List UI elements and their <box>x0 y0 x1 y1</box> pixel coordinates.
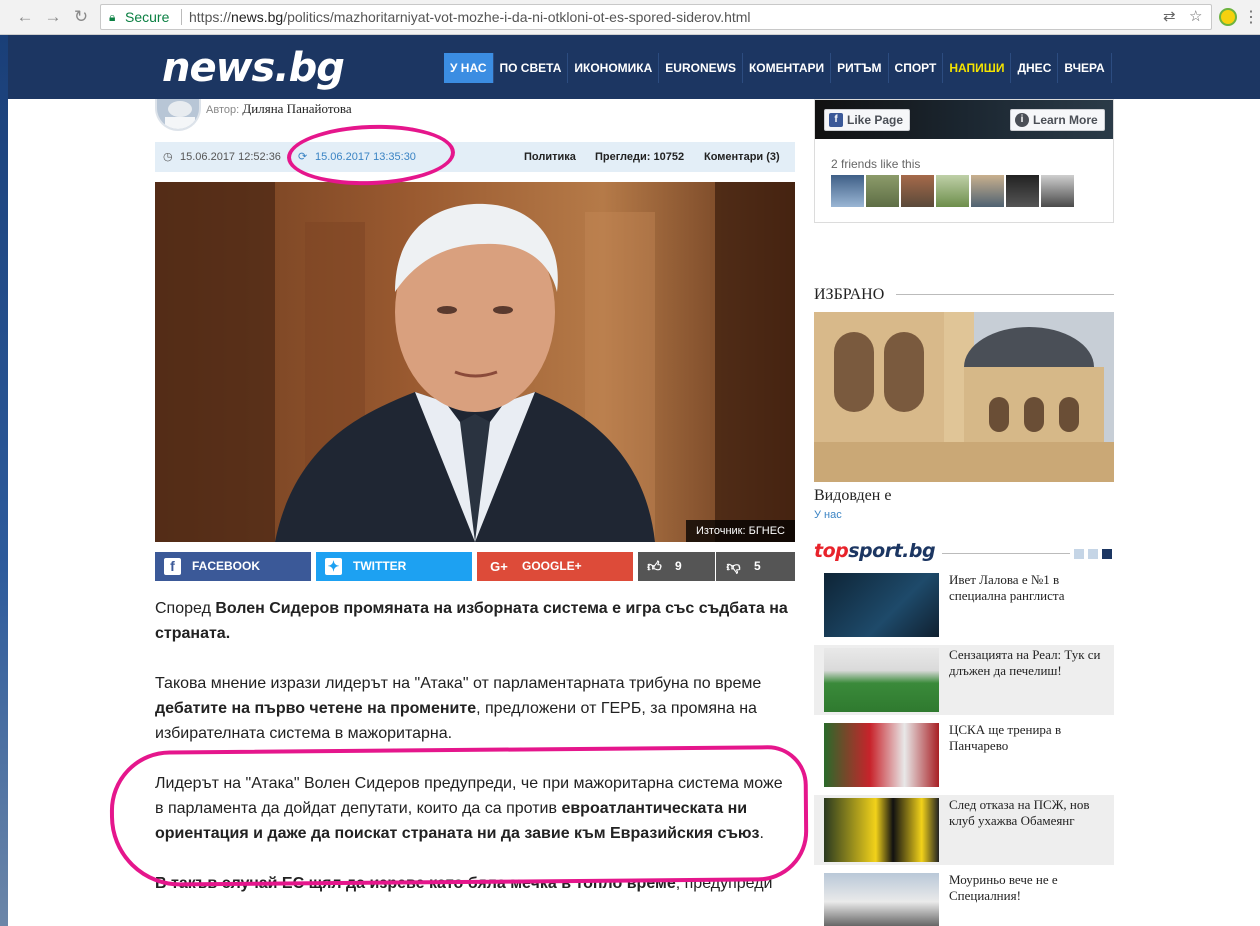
news-headline[interactable]: Ивет Лалова е №1 в специална ранглиста <box>949 572 1109 604</box>
twitter-icon: ✦ <box>325 558 342 575</box>
google-plus-share-button[interactable]: G+ GOOGLE+ <box>477 552 633 581</box>
nav-item-7[interactable]: СПОРТ <box>889 53 944 83</box>
facebook-icon: f <box>164 558 181 575</box>
highlight-circle-paragraph <box>109 744 809 888</box>
news-thumbnail <box>824 723 939 787</box>
news-thumbnail <box>824 648 939 712</box>
like-count: 9 <box>675 559 682 573</box>
author-line: Автор: Диляна Панайотова <box>206 101 352 117</box>
list-item[interactable]: След отказа на ПСЖ, нов клуб ухажва Обам… <box>814 795 1114 865</box>
extension-icon[interactable] <box>1219 8 1237 26</box>
nav-item-10[interactable]: ВЧЕРА <box>1058 53 1112 83</box>
forward-icon[interactable]: → <box>42 6 64 28</box>
carousel-dot[interactable] <box>1074 549 1084 559</box>
article-image: Източник: БГНЕС <box>155 182 795 542</box>
highlight-circle-date <box>286 122 456 188</box>
secure-label: Secure <box>125 9 170 25</box>
friend-avatar[interactable] <box>1041 175 1074 207</box>
browser-toolbar: ← → ↻ 🔒︎ Secure https://news.bg/politics… <box>0 0 1260 35</box>
google-plus-icon: G+ <box>490 559 508 574</box>
friend-avatar[interactable] <box>971 175 1004 207</box>
list-item[interactable]: Моуриньо вече не е Специалния! <box>814 870 1114 926</box>
news-headline[interactable]: Моуриньо вече не е Специалния! <box>949 872 1109 904</box>
friend-avatar[interactable] <box>866 175 899 207</box>
list-item[interactable]: Сензацията на Реал: Тук си длъжен да печ… <box>814 645 1114 715</box>
facebook-learn-more-button[interactable]: i Learn More <box>1010 109 1105 131</box>
star-icon[interactable]: ☆ <box>1189 6 1202 28</box>
izbrano-headline[interactable]: Видовден е <box>814 487 891 505</box>
carousel-dot-active[interactable] <box>1102 549 1112 559</box>
clock-icon: ◷ <box>163 151 173 163</box>
category-link[interactable]: Политика <box>524 142 576 172</box>
list-item[interactable]: Ивет Лалова е №1 в специална ранглиста <box>814 570 1114 640</box>
views-count: Прегледи: 10752 <box>595 151 685 163</box>
carousel-dot[interactable] <box>1088 549 1098 559</box>
twitter-share-button[interactable]: ✦ TWITTER <box>316 552 472 581</box>
like-button[interactable]: 👍︎ 9 <box>638 552 715 581</box>
thumbs-down-icon: 👎︎ <box>726 558 741 574</box>
article-meta-bar: ◷ 15.06.2017 12:52:36 ⟳ 15.06.2017 13:35… <box>155 142 795 172</box>
author-avatar <box>155 99 201 131</box>
friend-avatar[interactable] <box>831 175 864 207</box>
comments-link[interactable]: Коментари (3) <box>704 142 780 172</box>
info-icon: i <box>1015 113 1029 127</box>
nav-item-6[interactable]: РИТЪМ <box>831 53 889 83</box>
nav-item-1[interactable]: У НАС <box>444 53 494 83</box>
facebook-friends-text: 2 friends like this <box>831 157 921 171</box>
izbrano-category[interactable]: У нас <box>814 509 842 521</box>
friend-avatar[interactable] <box>901 175 934 207</box>
url-text[interactable]: https://news.bg/politics/mazhoritarniyat… <box>189 5 751 29</box>
published-date: 15.06.2017 12:52:36 <box>180 151 281 163</box>
dislike-count: 5 <box>754 559 761 573</box>
menu-icon[interactable]: ⋮ <box>1243 7 1259 27</box>
list-item[interactable]: ЦСКА ще тренира в Панчарево <box>814 720 1114 790</box>
thumbs-up-icon: 👍︎ <box>647 558 662 574</box>
dislike-button[interactable]: 👎︎ 5 <box>716 552 795 581</box>
share-bar: f FACEBOOK ✦ TWITTER G+ GOOGLE+ 👍︎ 9 👎︎ … <box>155 552 795 581</box>
topsport-logo[interactable]: topsport.bg <box>814 540 936 562</box>
nav-item-9[interactable]: ДНЕС <box>1011 53 1059 83</box>
news-headline[interactable]: Сензацията на Реал: Тук си длъжен да печ… <box>949 647 1109 679</box>
facebook-icon: f <box>829 113 843 127</box>
site-logo[interactable]: news.bg <box>162 45 345 91</box>
news-headline[interactable]: След отказа на ПСЖ, нов клуб ухажва Обам… <box>949 797 1109 829</box>
nav-item-8[interactable]: НАПИШИ <box>943 53 1012 83</box>
facebook-share-button[interactable]: f FACEBOOK <box>155 552 311 581</box>
nav-item-5[interactable]: КОМЕНТАРИ <box>743 53 832 83</box>
nav-item-2[interactable]: ПО СВЕТА <box>494 53 569 83</box>
friend-avatar[interactable] <box>1006 175 1039 207</box>
window-edge <box>0 35 8 926</box>
lock-icon: 🔒︎ <box>109 10 116 24</box>
facebook-like-page-button[interactable]: f Like Page <box>824 109 911 131</box>
nav-item-3[interactable]: ИКОНОМИКА <box>568 53 660 83</box>
izbrano-image[interactable] <box>814 312 1114 482</box>
article-paragraph-2: Такова мнение изрази лидерът на "Атака" … <box>155 675 762 742</box>
site-header: news.bg У НАС ПО СВЕТА ИКОНОМИКА EURONEWS КО… <box>8 35 1260 99</box>
facebook-friend-faces <box>831 175 1074 207</box>
author-name[interactable]: Диляна Панайотова <box>242 101 351 116</box>
news-headline[interactable]: ЦСКА ще тренира в Панчарево <box>949 722 1109 754</box>
address-bar[interactable]: 🔒︎ Secure https://news.bg/politics/mazho… <box>100 4 1212 30</box>
facebook-page-widget: f Like Page i Learn More 2 friends like … <box>814 99 1114 223</box>
back-icon[interactable]: ← <box>14 6 36 28</box>
nav-item-4[interactable]: EURONEWS <box>659 53 743 83</box>
author-label: Автор: <box>206 104 240 116</box>
section-title-izbrano: ИЗБРАНО <box>814 286 885 303</box>
translate-icon[interactable]: ⇄ <box>1163 6 1176 28</box>
friend-avatar[interactable] <box>936 175 969 207</box>
main-nav: У НАС ПО СВЕТА ИКОНОМИКА EURONEWS КОМЕНТАРИ Р… <box>444 53 1112 83</box>
news-thumbnail <box>824 798 939 862</box>
news-thumbnail <box>824 873 939 926</box>
image-credit: Източник: БГНЕС <box>685 520 795 542</box>
news-thumbnail <box>824 573 939 637</box>
reload-icon[interactable]: ↻ <box>70 6 92 28</box>
article-paragraph-1: Според Волен Сидеров промяната на изборн… <box>155 600 788 642</box>
